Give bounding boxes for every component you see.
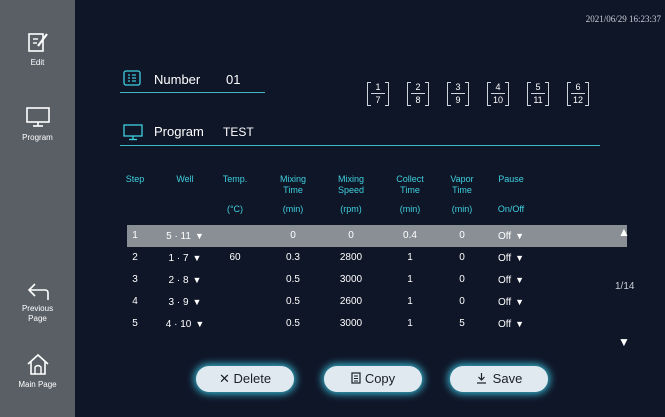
dropdown-arrow-icon[interactable]: ▼: [515, 253, 524, 263]
cell-pause[interactable]: Off ▼: [484, 247, 538, 269]
scroll-up-button[interactable]: ▲: [618, 225, 630, 239]
cell-mix-speed: 3000: [339, 318, 363, 329]
cell-mix-time: 0.5: [286, 274, 300, 285]
cell-temp: 60: [229, 252, 241, 263]
number-underline: [120, 92, 265, 93]
copy-button[interactable]: Copy: [324, 366, 422, 392]
well-pair[interactable]: 4 10: [487, 80, 509, 108]
sidebar-item-program[interactable]: Program: [0, 105, 75, 142]
dropdown-arrow-icon[interactable]: ▼: [195, 231, 204, 241]
cell-collect: 1: [407, 318, 413, 329]
sidebar-item-main-page[interactable]: Main Page: [0, 352, 75, 389]
dropdown-arrow-icon[interactable]: ▼: [193, 275, 202, 285]
cell-well[interactable]: 5 · 11 ▼: [158, 225, 212, 247]
cell-step: 5: [132, 318, 138, 329]
page-indicator: 1/14: [615, 281, 635, 292]
cell-well[interactable]: 1 · 7 ▼: [158, 247, 212, 269]
dropdown-arrow-icon[interactable]: ▼: [515, 231, 524, 241]
cell-temp: [208, 225, 262, 247]
cell-vapor: 5: [459, 318, 465, 329]
cell-step: 2: [132, 252, 138, 263]
program-label: Program: [154, 124, 204, 139]
cell-pause[interactable]: Off ▼: [484, 291, 538, 313]
cell-step: 4: [132, 296, 138, 307]
well-pair[interactable]: 6 12: [567, 80, 589, 108]
monitor-icon: [123, 124, 143, 141]
cell-vapor: 0: [459, 252, 465, 263]
cell-mix-speed: 0: [348, 230, 354, 241]
sidebar-item-label: Program: [22, 133, 53, 142]
cell-mix-speed: 3000: [339, 274, 363, 285]
cell-mix-time: 0.5: [286, 318, 300, 329]
cell-temp: [208, 269, 262, 291]
cell-mix-speed: 2800: [339, 252, 363, 263]
cell-mix-time: 0.5: [286, 296, 300, 307]
cell-collect: 1: [407, 296, 413, 307]
cell-pause[interactable]: Off ▼: [484, 225, 538, 247]
datetime-display: 2021/06/29 16:23:37: [585, 14, 661, 24]
sidebar-item-label: Edit: [30, 58, 45, 67]
table-row[interactable]: 3 2 · 8 ▼ 0.5 3000 1 0 Off ▼: [127, 269, 627, 291]
table-row[interactable]: 2 1 · 7 ▼ 60 0.3 2800 1 0 Off ▼: [127, 247, 627, 269]
table-row[interactable]: 5 4 · 10 ▼ 0.5 3000 1 5 Off ▼: [127, 313, 627, 335]
cell-temp: [208, 291, 262, 313]
dropdown-arrow-icon[interactable]: ▼: [515, 297, 524, 307]
well-pair[interactable]: 39: [447, 80, 469, 108]
close-icon: ✕: [218, 371, 230, 386]
save-button[interactable]: Save: [450, 366, 548, 392]
cell-vapor: 0: [459, 296, 465, 307]
edit-icon: [27, 33, 48, 52]
well-pair[interactable]: 17: [367, 80, 389, 108]
table-row[interactable]: 1 5 · 11 ▼ 0 0 0.4 0 Off ▼: [127, 225, 627, 247]
cell-step: 1: [132, 230, 138, 241]
dropdown-arrow-icon[interactable]: ▼: [515, 319, 524, 329]
download-icon: [476, 373, 486, 384]
cell-pause[interactable]: Off ▼: [484, 313, 538, 335]
well-map: 17 28 39 4 10 5 11 6 12: [367, 80, 627, 112]
cell-collect: 1: [407, 274, 413, 285]
cell-collect: 1: [407, 252, 413, 263]
cell-pause[interactable]: Off ▼: [484, 269, 538, 291]
list-icon: [123, 70, 141, 86]
copy-icon: [351, 372, 361, 384]
sidebar-item-label: Previous Page: [21, 304, 54, 323]
delete-label: Delete: [233, 371, 272, 386]
dropdown-arrow-icon[interactable]: ▼: [193, 297, 202, 307]
sidebar-item-label: Main Page: [18, 380, 57, 389]
well-pair[interactable]: 5 11: [527, 80, 549, 108]
cell-vapor: 0: [459, 230, 465, 241]
app-window: Edit Program Previous Page Main Page 202…: [0, 0, 665, 417]
cell-collect: 0.4: [403, 230, 417, 241]
cell-mix-time: 0.3: [286, 252, 300, 263]
program-name[interactable]: TEST: [223, 125, 254, 139]
main-panel: 2021/06/29 16:23:37 Number 01 17 28 39 4…: [75, 0, 665, 417]
cell-temp: [208, 313, 262, 335]
save-label: Save: [492, 371, 523, 386]
sidebar: Edit Program Previous Page Main Page: [0, 0, 75, 417]
scroll-down-button[interactable]: ▼: [618, 335, 630, 349]
cell-mix-speed: 2600: [339, 296, 363, 307]
sidebar-item-previous-page[interactable]: Previous Page: [0, 280, 75, 324]
cell-step: 3: [132, 274, 138, 285]
well-pair[interactable]: 28: [407, 80, 429, 108]
cell-vapor: 0: [459, 274, 465, 285]
monitor-icon: [25, 107, 50, 127]
delete-button[interactable]: ✕ Delete: [196, 366, 294, 392]
dropdown-arrow-icon[interactable]: ▼: [515, 275, 524, 285]
copy-label: Copy: [364, 371, 396, 386]
cell-well[interactable]: 2 · 8 ▼: [158, 269, 212, 291]
number-value[interactable]: 01: [226, 72, 240, 87]
back-arrow-icon: [27, 283, 49, 300]
sidebar-item-edit[interactable]: Edit: [0, 30, 75, 67]
dropdown-arrow-icon[interactable]: ▼: [195, 319, 204, 329]
table-row[interactable]: 4 3 · 9 ▼ 0.5 2600 1 0 Off ▼: [127, 291, 627, 313]
cell-well[interactable]: 4 · 10 ▼: [158, 313, 212, 335]
program-underline: [120, 145, 600, 146]
number-label: Number: [154, 72, 201, 87]
home-icon: [26, 353, 49, 375]
cell-well[interactable]: 3 · 9 ▼: [158, 291, 212, 313]
cell-mix-time: 0: [290, 230, 296, 241]
dropdown-arrow-icon[interactable]: ▼: [193, 253, 202, 263]
